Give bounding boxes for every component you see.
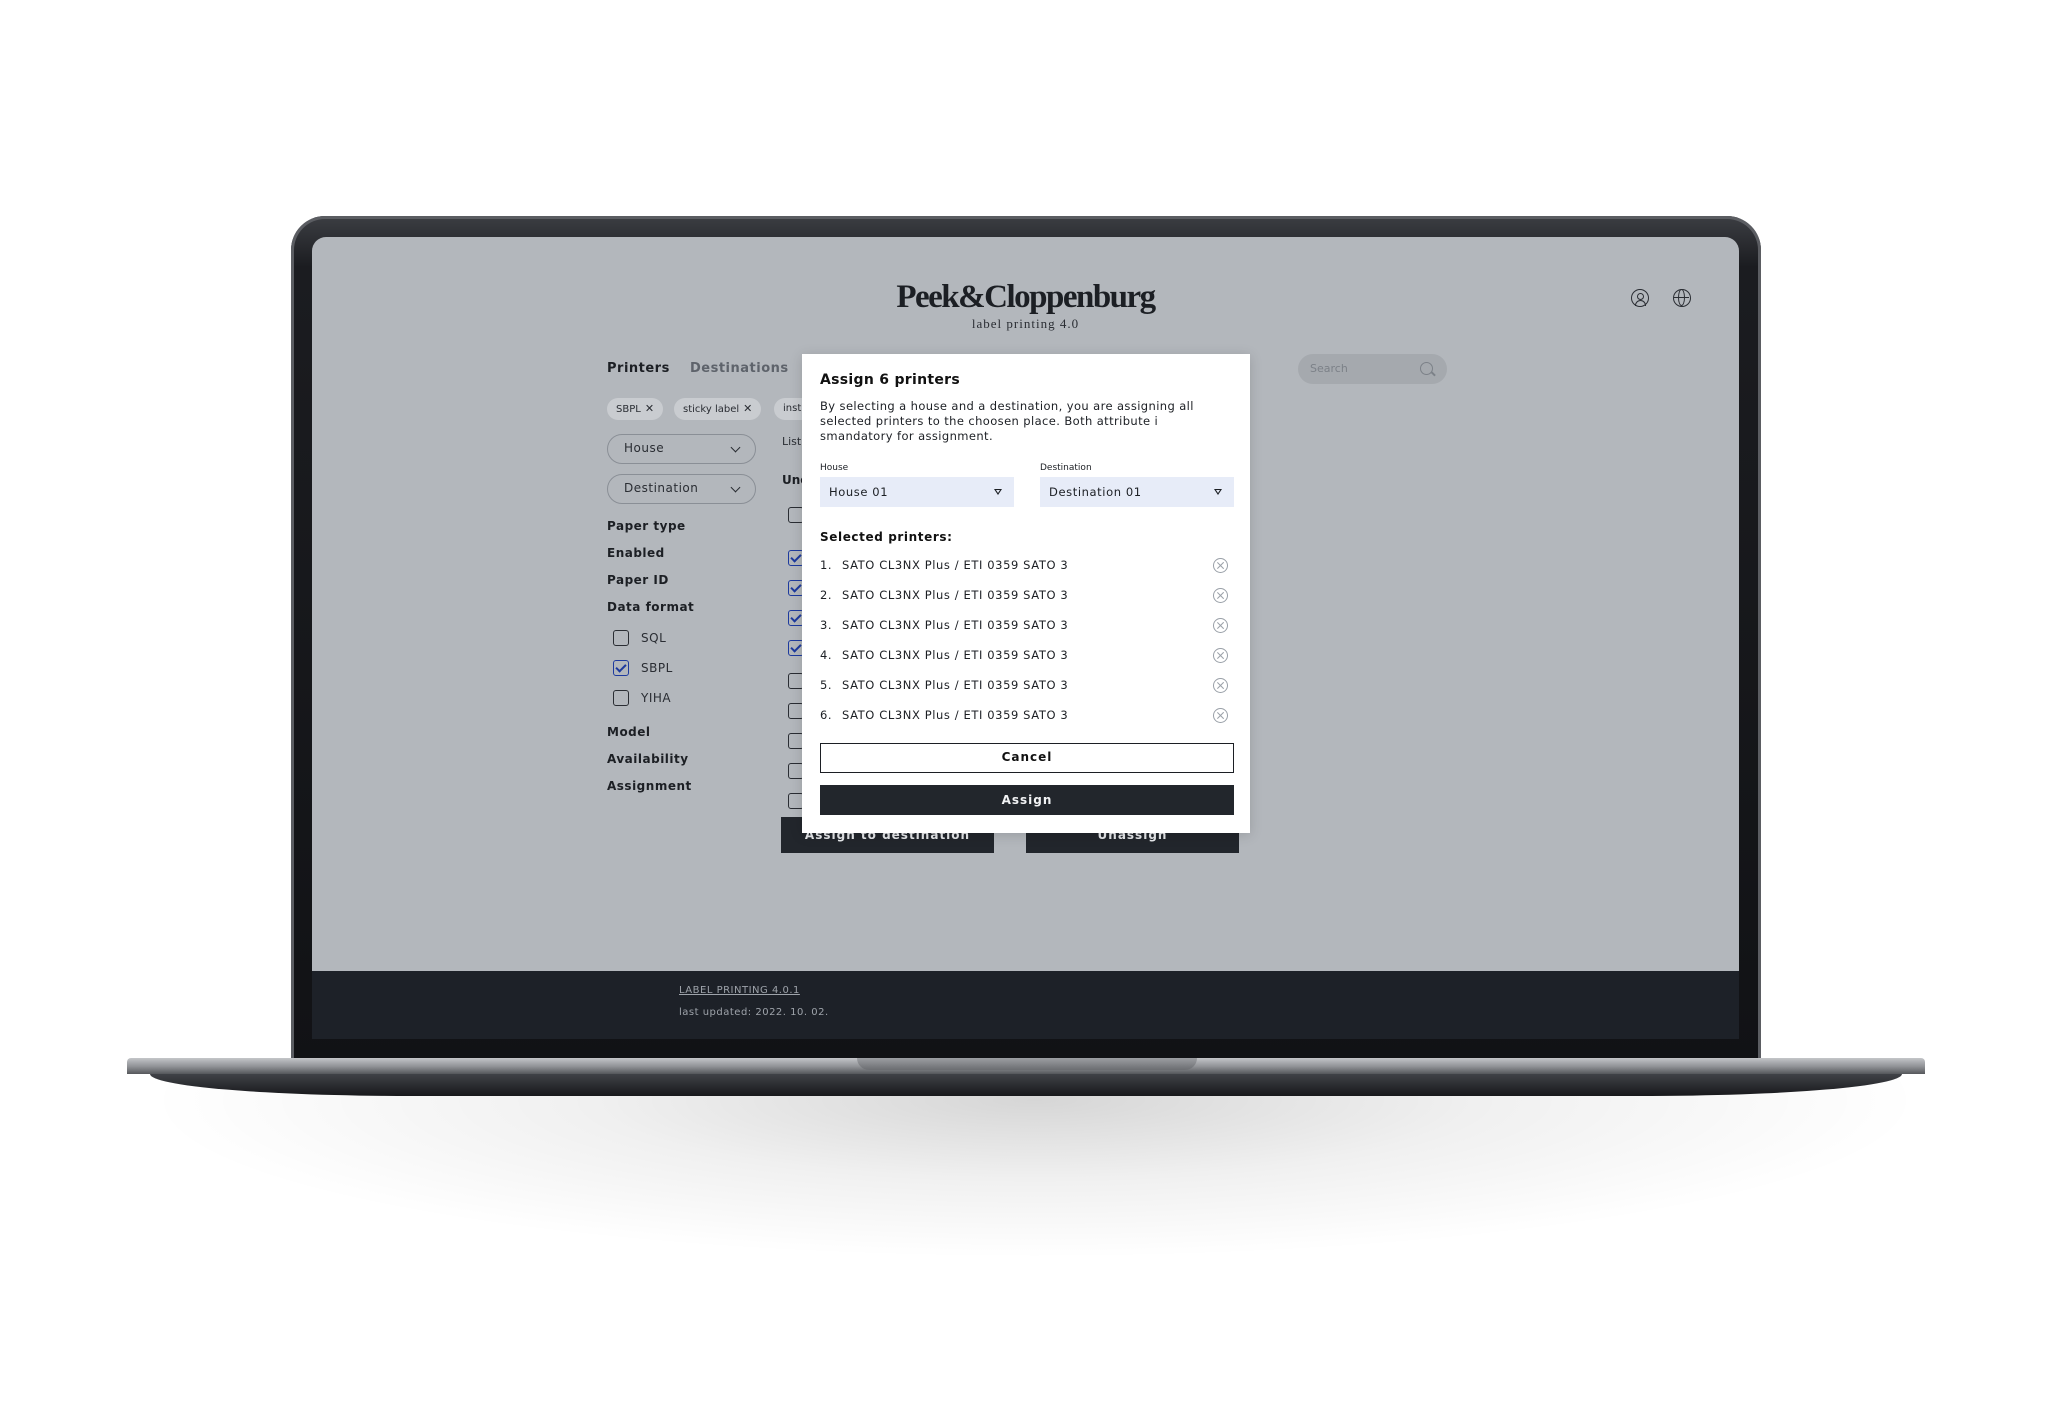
remove-icon[interactable] [1213, 708, 1228, 723]
remove-icon[interactable] [1213, 648, 1228, 663]
remove-icon[interactable] [1213, 618, 1228, 633]
filter-chip[interactable]: SBPL ✕ [607, 398, 664, 420]
destination-dropdown-label: Destination [624, 481, 699, 495]
destination-select[interactable]: Destination 01 [1040, 477, 1234, 507]
globe-icon[interactable] [1673, 289, 1691, 307]
house-dropdown[interactable]: House [607, 434, 756, 464]
printer-list-item: 2. SATO CL3NX Plus / ETI 0359 SATO 3 [820, 586, 1234, 606]
checkbox-label-sql: SQL [641, 631, 667, 645]
remove-icon[interactable] [1213, 558, 1228, 573]
filter-chip[interactable]: sticky label ✕ [674, 398, 762, 420]
remove-icon[interactable] [1213, 678, 1228, 693]
printer-name: SATO CL3NX Plus / ETI 0359 SATO 3 [842, 588, 1069, 602]
search-placeholder: Search [1310, 362, 1348, 375]
destination-field-label: Destination [1040, 463, 1092, 473]
search-icon[interactable] [1420, 362, 1433, 375]
filter-paper-type[interactable]: Paper type [607, 519, 686, 533]
printer-list-item: 4. SATO CL3NX Plus / ETI 0359 SATO 3 [820, 646, 1234, 666]
checkbox-yiha[interactable] [613, 690, 629, 706]
house-dropdown-label: House [624, 441, 665, 455]
printer-name: SATO CL3NX Plus / ETI 0359 SATO 3 [842, 708, 1069, 722]
chip-label: sticky label [683, 404, 740, 415]
app-screen: Peek&Cloppenburg label printing 4.0 Prin… [312, 237, 1739, 1039]
destination-dropdown[interactable]: Destination [607, 474, 756, 504]
tab-destinations[interactable]: Destinations [690, 361, 789, 376]
destination-select-value: Destination 01 [1049, 485, 1142, 499]
house-select[interactable]: House 01 [820, 477, 1014, 507]
modal-title: Assign 6 printers [820, 372, 960, 388]
list-label: List [782, 435, 802, 448]
printer-number: 6. [820, 708, 833, 722]
user-icon[interactable] [1631, 289, 1649, 307]
chevron-down-icon [730, 482, 741, 493]
printer-number: 1. [820, 558, 833, 572]
chip-label: SBPL [616, 404, 641, 415]
filter-assignment[interactable]: Assignment [607, 779, 692, 793]
filter-model[interactable]: Model [607, 725, 651, 739]
caret-down-icon [1214, 489, 1222, 495]
printer-number: 3. [820, 618, 833, 632]
tab-printers[interactable]: Printers [607, 361, 670, 376]
filter-data-format[interactable]: Data format [607, 600, 694, 614]
house-field-label: House [820, 463, 849, 473]
printer-list-item: 5. SATO CL3NX Plus / ETI 0359 SATO 3 [820, 676, 1234, 696]
printer-list-item: 1. SATO CL3NX Plus / ETI 0359 SATO 3 [820, 556, 1234, 576]
remove-icon[interactable] [1213, 588, 1228, 603]
caret-down-icon [994, 489, 1002, 495]
assign-printers-modal: Assign 6 printers By selecting a house a… [802, 354, 1250, 833]
checkbox-sbpl[interactable] [613, 660, 629, 676]
brand-logo: Peek&Cloppenburg [896, 279, 1156, 315]
printer-name: SATO CL3NX Plus / ETI 0359 SATO 3 [842, 618, 1069, 632]
chevron-down-icon [730, 442, 741, 453]
printer-number: 4. [820, 648, 833, 662]
printer-name: SATO CL3NX Plus / ETI 0359 SATO 3 [842, 678, 1069, 692]
checkbox-sql[interactable] [613, 630, 629, 646]
modal-description: By selecting a house and a destination, … [820, 399, 1194, 443]
printer-number: 5. [820, 678, 833, 692]
close-icon[interactable]: ✕ [645, 402, 654, 415]
selected-printers-heading: Selected printers: [820, 530, 953, 544]
house-select-value: House 01 [829, 485, 889, 499]
printer-number: 2. [820, 588, 833, 602]
search-input[interactable]: Search [1298, 354, 1447, 384]
cancel-button[interactable]: Cancel [820, 743, 1234, 773]
printer-list-item: 6. SATO CL3NX Plus / ETI 0359 SATO 3 [820, 706, 1234, 726]
assign-button[interactable]: Assign [820, 785, 1234, 815]
printer-list-item: 3. SATO CL3NX Plus / ETI 0359 SATO 3 [820, 616, 1234, 636]
version-link[interactable]: LABEL PRINTING 4.0.1 [679, 985, 800, 996]
laptop-base-bottom [150, 1074, 1902, 1096]
checkbox-label-sbpl: SBPL [641, 661, 673, 675]
brand-subtitle: label printing 4.0 [971, 316, 1080, 331]
laptop-notch [857, 1058, 1197, 1070]
checkbox-label-yiha: YIHA [641, 691, 672, 705]
last-updated-text: last updated: 2022. 10. 02. [679, 1007, 829, 1018]
filter-paper-id[interactable]: Paper ID [607, 573, 669, 587]
footer: LABEL PRINTING 4.0.1 last updated: 2022.… [312, 971, 1739, 1039]
printer-name: SATO CL3NX Plus / ETI 0359 SATO 3 [842, 558, 1069, 572]
printer-name: SATO CL3NX Plus / ETI 0359 SATO 3 [842, 648, 1069, 662]
filter-enabled[interactable]: Enabled [607, 546, 665, 560]
filter-availability[interactable]: Availability [607, 752, 689, 766]
close-icon[interactable]: ✕ [743, 402, 752, 415]
